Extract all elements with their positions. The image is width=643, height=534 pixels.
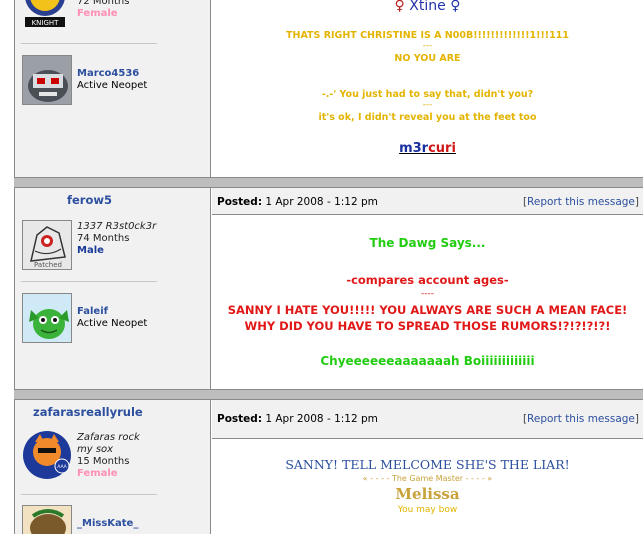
svg-text:Patched: Patched [34,261,62,269]
message-board-page: KNIGHT 72 Months Female Marco4536 Active… [0,0,643,534]
post-xtine: KNIGHT 72 Months Female Marco4536 Active… [14,0,643,177]
sig-name: Xtine [409,0,446,14]
message-line: THATS RIGHT CHRISTINE IS A N00B!!!!!!!!!… [286,30,569,41]
svg-text:AAA: AAA [57,464,67,470]
author-panel: ferow5 Patched 1337 R3st0ck3r 74 Months … [15,188,211,389]
zafara-avatar-icon: AAA [23,431,71,479]
posted-date: 1 Apr 2008 - 1:12 pm [265,413,378,425]
author-info: 1337 R3st0ck3r 74 Months Male [77,221,156,257]
message-line: SANNY I HATE YOU!!!!! YOU ALWAYS ARE SUC… [227,303,628,317]
author-title: Zafaras rock [77,432,140,443]
pet-name-link[interactable]: Faleif [77,306,147,318]
author-username[interactable]: ferow5 [67,193,112,207]
figure-icon: ♀ [450,0,461,14]
message-line: it's ok, I didn't reveal you at the feet… [318,112,537,123]
message-dashes: ---- [421,289,434,299]
author-title: 1337 R3st0ck3r [77,221,157,232]
author-months: 15 Months [77,456,130,467]
post-separator [14,177,643,188]
pet-name-link[interactable]: _MissKate_ [77,518,138,530]
report-message-link[interactable]: [Report this message] [523,413,639,425]
author-panel: KNIGHT 72 Months Female Marco4536 Active… [15,0,211,177]
pet-status: Active Neopet [77,80,148,91]
sig-tag-part: m3r [399,141,429,156]
author-gender: Male [77,245,104,256]
message-line: WHY DID YOU HAVE TO SPREAD THOSE RUMORS!… [244,319,611,333]
author-divider [21,281,157,282]
signature-tag[interactable]: m3rcuri [212,141,643,156]
user-avatar[interactable]: Patched [22,220,72,270]
post-header-bar: Posted: 1 Apr 2008 - 1:12 pm [Report thi… [212,188,643,215]
posted-label: Posted: [217,413,263,425]
post-zafarasreallyrule: zafarasreallyrule AAA Zafaras rock my so… [14,400,643,534]
bracket: ] [634,413,639,425]
patched-avatar-icon: Patched [23,221,71,269]
posted-timestamp: Posted: 1 Apr 2008 - 1:12 pm [217,413,378,425]
knight-avatar-icon: KNIGHT [25,0,65,27]
post-body: ♀ Xtine ♀ THATS RIGHT CHRISTINE IS A N00… [212,0,643,177]
message-line: NO YOU ARE [394,53,461,64]
pet-info: _MissKate_ [77,518,138,530]
post-body: Posted: 1 Apr 2008 - 1:12 pm [Report thi… [212,400,643,534]
pet-avatar-icon [23,506,71,534]
author-divider [21,43,157,44]
author-months: 72 Months [77,0,130,7]
message-line: The Dawg Says... [369,236,486,250]
message-dashes: --- [422,100,433,110]
message-line: SANNY! TELL MELCOME SHE'S THE LIAR! [285,457,570,472]
figure-icon: ♀ [394,0,405,14]
author-title: my sox [77,444,114,455]
signature-tagline: You may bow [397,505,458,515]
author-months: 74 Months [77,233,130,244]
post-ferow5: ferow5 Patched 1337 R3st0ck3r 74 Months … [14,188,643,389]
author-gender: Female [77,8,118,19]
author-divider [21,494,157,495]
signature-name: Melissa [395,485,460,503]
message-dashes: --- [422,41,433,51]
author-info: 72 Months Female [77,0,129,20]
author-info: Zafaras rock my sox 15 Months Female [77,432,140,480]
post-header-bar: Posted: 1 Apr 2008 - 1:12 pm [Report thi… [212,400,643,439]
message-line: -.-' You just had to say that, didn't yo… [321,89,534,100]
svg-text:KNIGHT: KNIGHT [32,19,60,27]
bracket: ] [634,196,639,208]
report-link-text[interactable]: Report this message [527,196,635,208]
posted-date: 1 Apr 2008 - 1:12 pm [265,196,378,208]
pet-status: Active Neopet [77,318,148,329]
post-body: Posted: 1 Apr 2008 - 1:12 pm [Report thi… [212,188,643,389]
green-dragon-pet-icon [23,294,71,342]
report-link-text[interactable]: Report this message [527,413,635,425]
author-panel: zafarasreallyrule AAA Zafaras rock my so… [15,400,211,534]
sig-tag-part: curi [428,141,456,156]
pet-info: Marco4536 Active Neopet [77,68,147,92]
pet-info: Faleif Active Neopet [77,306,147,330]
user-avatar[interactable]: KNIGHT [22,0,68,28]
pet-name-link[interactable]: Marco4536 [77,68,147,80]
signature-subtitle: « - - - - The Game Master - - - - » [362,474,493,483]
pet-avatar[interactable] [22,55,72,105]
post-separator [14,389,643,400]
posted-label: Posted: [217,196,263,208]
user-avatar[interactable]: AAA [22,430,72,480]
message-line: -compares account ages- [346,273,509,287]
pet-avatar[interactable] [22,505,72,534]
posted-timestamp: Posted: 1 Apr 2008 - 1:12 pm [217,196,378,208]
pet-avatar[interactable] [22,293,72,343]
robot-pet-icon [23,56,71,104]
author-username[interactable]: zafarasreallyrule [33,405,143,419]
author-gender: Female [77,468,118,479]
message-line: Chyeeeeeeaaaaaaah Boiiiiiiiiiiiii [320,354,535,368]
report-message-link[interactable]: [Report this message] [523,196,639,208]
signature-header: ♀ Xtine ♀ [212,0,643,14]
